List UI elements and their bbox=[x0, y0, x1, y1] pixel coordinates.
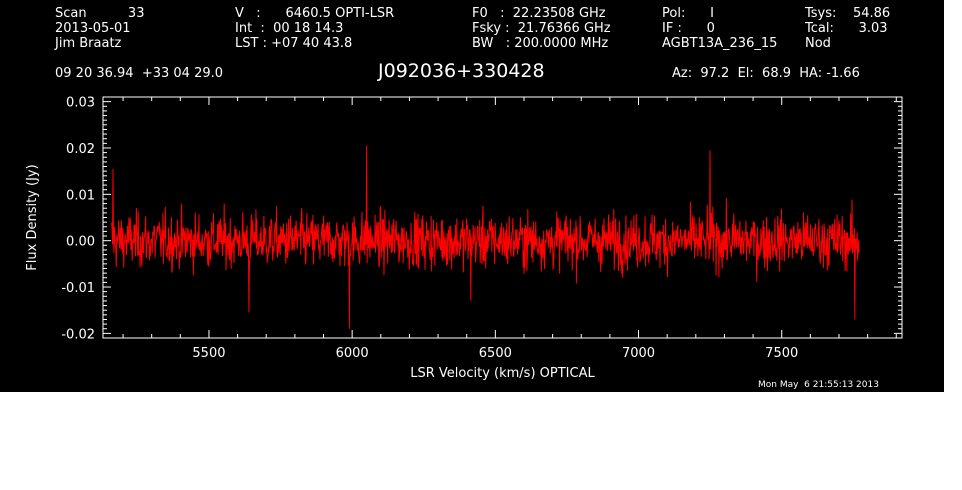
plot-panel: Scan 33 2013-05-01 Jim Braatz V : 6460.5… bbox=[0, 0, 944, 392]
y-tick-label: -0.02 bbox=[61, 327, 95, 342]
y-axis-label: Flux Density (Jy) bbox=[25, 164, 40, 270]
y-tick-label: -0.01 bbox=[61, 281, 95, 296]
series-line-0 bbox=[111, 145, 860, 329]
x-tick-label: 7500 bbox=[765, 346, 798, 361]
spectrum-chart: 5500 6000 6500 7000 7500 -0.02 -0.01 0.00 0.01 0.… bbox=[25, 96, 903, 381]
y-tick-label: 0.03 bbox=[66, 96, 95, 111]
plot-frame bbox=[102, 96, 903, 339]
y-tick-label: 0.02 bbox=[66, 142, 95, 157]
x-tick-label: 7000 bbox=[622, 346, 655, 361]
spectrum-trace bbox=[111, 145, 860, 329]
x-tick-label: 5500 bbox=[192, 346, 225, 361]
x-tick-label: 6500 bbox=[479, 346, 512, 361]
x-axis-label: LSR Velocity (km/s) OPTICAL bbox=[410, 366, 595, 381]
y-tick-label: 0.01 bbox=[66, 188, 95, 203]
y-tick-label: 0.00 bbox=[66, 235, 95, 250]
x-tick-label: 6000 bbox=[336, 346, 369, 361]
timestamp: Mon May 6 21:55:13 2013 bbox=[758, 380, 879, 390]
